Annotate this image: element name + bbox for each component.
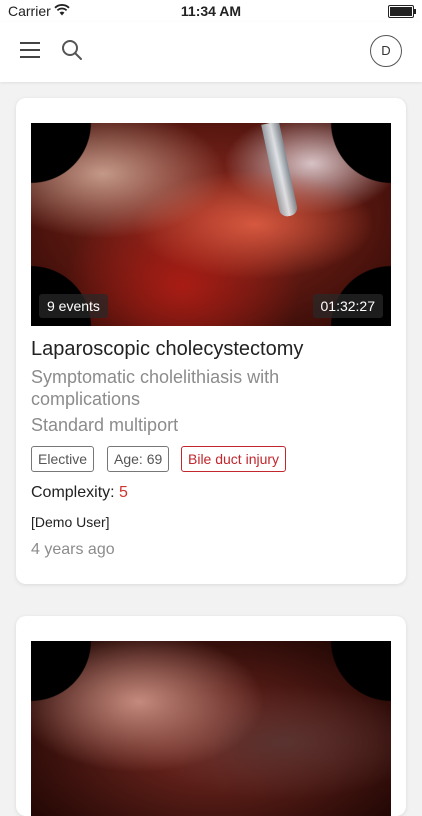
events-count: 9 events: [39, 294, 108, 318]
avatar[interactable]: D: [370, 35, 402, 67]
video-thumbnail[interactable]: [31, 641, 391, 816]
tag-age: Age: 69: [107, 446, 170, 472]
complexity-row: Complexity: 5: [31, 484, 128, 502]
battery-icon: [388, 5, 416, 18]
complexity-label: Complexity:: [31, 484, 115, 501]
case-card[interactable]: [16, 616, 406, 816]
status-bar: Carrier 11:34 AM: [0, 0, 422, 22]
clock: 11:34 AM: [180, 3, 242, 19]
tag-elective: Elective: [31, 446, 95, 472]
video-duration: 01:32:27: [312, 294, 383, 318]
approach-text: Standard multiport: [31, 415, 179, 435]
case-card[interactable]: 9 events 01:32:27 Laparoscopic cholecyst…: [16, 98, 406, 584]
procedure-title: Laparoscopic cholecystectomy: [31, 338, 304, 360]
hamburger-menu-icon[interactable]: [20, 42, 40, 58]
diagnosis-text: Symptomatic cholelithiasis with complica…: [31, 367, 280, 409]
app-bar: D: [0, 22, 422, 82]
complexity-value: 5: [119, 484, 128, 501]
tag-complication: Bile duct injury: [181, 446, 287, 472]
timestamp: 4 years ago: [31, 541, 115, 558]
video-thumbnail[interactable]: 9 events 01:32:27: [31, 123, 391, 326]
user-name: [Demo User]: [31, 514, 110, 530]
instrument-graphic: [261, 123, 299, 218]
search-icon[interactable]: [60, 38, 84, 62]
